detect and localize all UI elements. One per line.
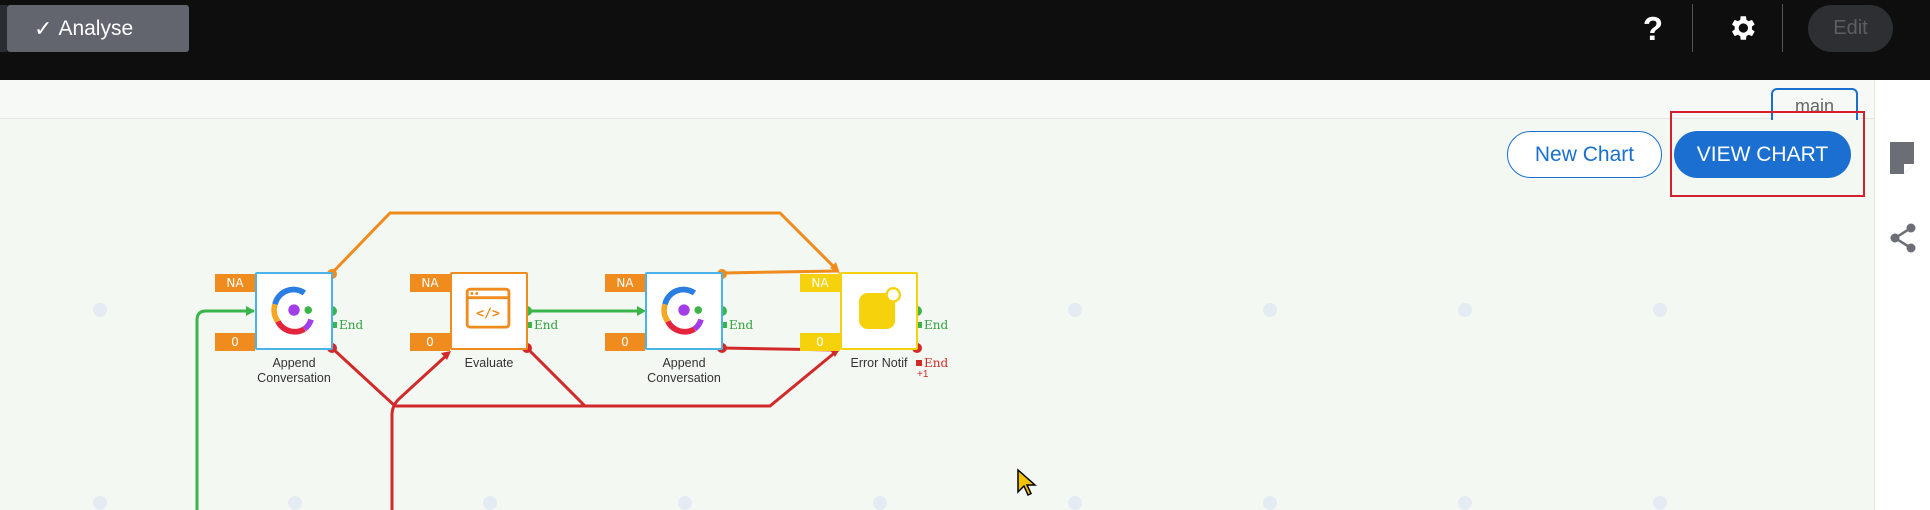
node-badge-na: NA bbox=[215, 274, 255, 292]
help-icon[interactable]: ? bbox=[1638, 8, 1668, 50]
end-label: End bbox=[339, 318, 364, 332]
flow-node-evaluate[interactable]: </> bbox=[450, 272, 528, 350]
node-badge-na: NA bbox=[410, 274, 450, 292]
gear-icon[interactable] bbox=[1726, 12, 1758, 44]
flow-node-append-conversation[interactable] bbox=[255, 272, 333, 350]
end-label: End bbox=[729, 318, 754, 332]
node-label: Append Conversation bbox=[647, 356, 721, 385]
node-badge-count: 0 bbox=[800, 333, 840, 351]
svg-text:</>: </> bbox=[476, 307, 500, 322]
connector-red-entry-evaluate bbox=[390, 352, 450, 510]
node-badge-count: 0 bbox=[605, 333, 645, 351]
flow-node-append-conversation-2[interactable] bbox=[645, 272, 723, 350]
note-icon[interactable] bbox=[1890, 142, 1914, 174]
connector-red-1 bbox=[330, 346, 839, 408]
mouse-cursor-icon bbox=[1017, 468, 1037, 497]
highlight-box bbox=[1670, 111, 1865, 197]
connector-orange-append2 bbox=[721, 269, 839, 275]
conversation-icon bbox=[661, 286, 704, 335]
node-label: Evaluate bbox=[464, 356, 514, 370]
edit-button[interactable]: Edit bbox=[1808, 5, 1893, 52]
analyse-button[interactable]: ✓ Analyse bbox=[7, 5, 189, 52]
analyse-label: Analyse bbox=[58, 16, 134, 40]
error-end-label: End bbox=[924, 356, 949, 370]
code-icon: </> bbox=[465, 287, 511, 329]
toolbar-divider bbox=[1692, 4, 1693, 52]
conversation-icon bbox=[271, 286, 314, 335]
node-badge-count: 0 bbox=[215, 333, 255, 351]
new-chart-button[interactable]: New Chart bbox=[1507, 131, 1662, 178]
end-label: End bbox=[534, 318, 559, 332]
node-badge-count: 0 bbox=[410, 333, 450, 351]
flow-node-error-notif[interactable] bbox=[840, 272, 918, 350]
analyse-button-edge bbox=[0, 5, 7, 52]
notification-icon bbox=[859, 287, 902, 330]
share-icon[interactable] bbox=[1889, 223, 1917, 253]
node-label: Append Conversation bbox=[257, 356, 331, 385]
connector-orange-top bbox=[330, 211, 840, 275]
canvas-header-bar bbox=[0, 80, 1874, 119]
toolbar-divider bbox=[1782, 4, 1783, 52]
error-count: +1 bbox=[917, 369, 929, 380]
node-badge-na: NA bbox=[800, 274, 840, 292]
end-label: End bbox=[924, 318, 949, 332]
checkmark-icon: ✓ bbox=[34, 15, 53, 41]
node-badge-na: NA bbox=[605, 274, 645, 292]
